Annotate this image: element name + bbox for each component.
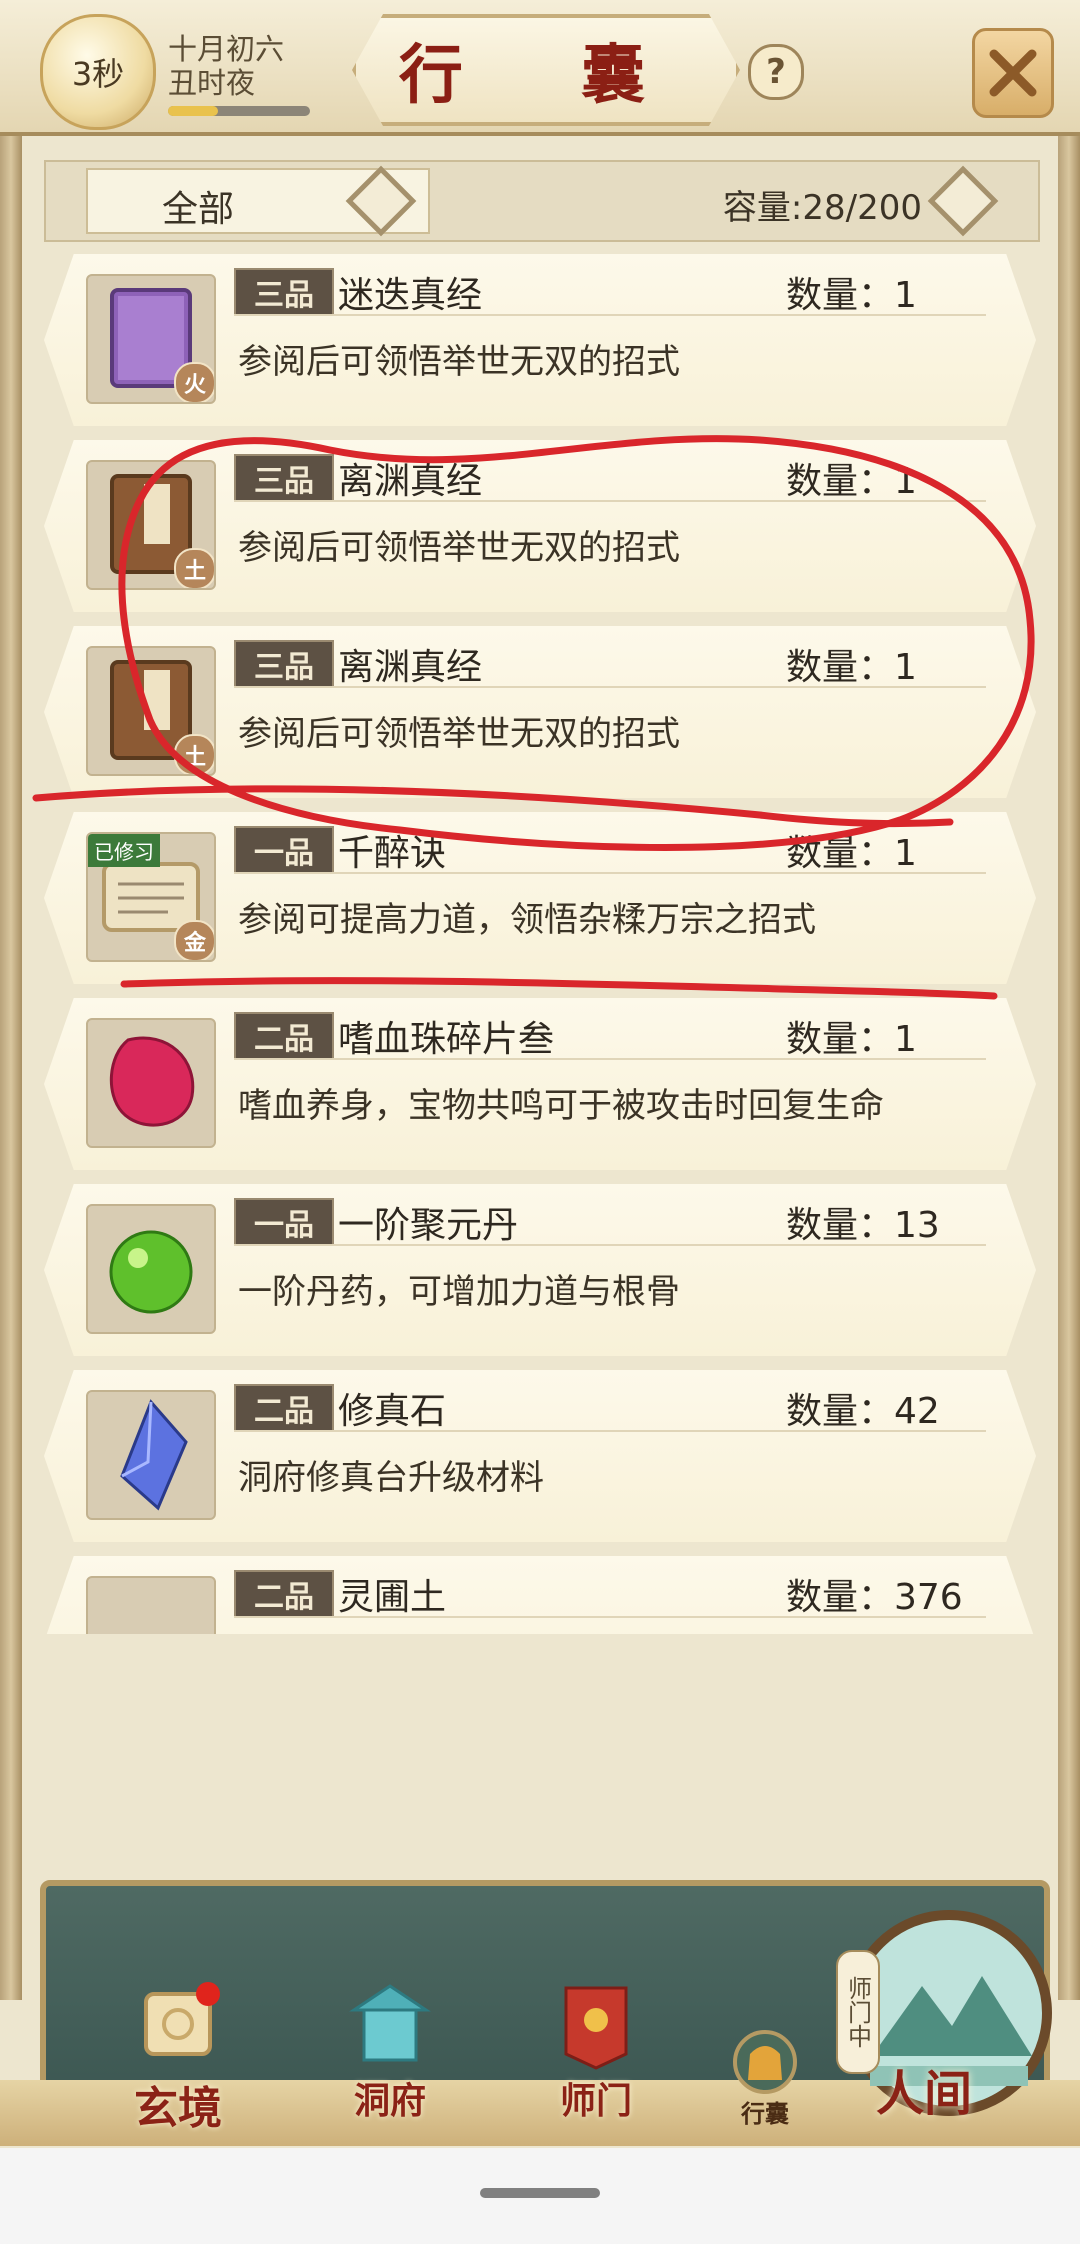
- item-name: 千醉诀: [338, 833, 447, 874]
- filter-bar: 全部 容量:28/200: [44, 160, 1040, 242]
- nav-xingnang-label: 行囊: [741, 2099, 789, 2128]
- nav-xuanjing[interactable]: 玄境: [132, 1980, 224, 2136]
- item-name: 离渊真经: [338, 461, 483, 502]
- green-pill-icon: [109, 1230, 193, 1314]
- time-progress-fill: [168, 106, 218, 116]
- capacity-expand-icon[interactable]: [927, 165, 999, 237]
- nav-xingnang[interactable]: 行囊: [722, 2024, 808, 2129]
- item-thumbnail[interactable]: 已修习金: [86, 832, 216, 962]
- nav-shimen-label: 师门: [559, 2080, 632, 2122]
- item-quantity: 数量：1: [786, 833, 917, 874]
- item-thumbnail[interactable]: 土: [86, 646, 216, 776]
- blue-crystal-icon: [120, 1399, 188, 1511]
- timer-badge[interactable]: 3秒: [40, 14, 156, 130]
- studied-tag: 已修习: [88, 834, 160, 867]
- category-dropdown[interactable]: 全部: [86, 165, 430, 237]
- inventory-item[interactable]: 二品 灵圃土 数量：376: [44, 1556, 1036, 1634]
- red-gem-shard-icon: [109, 1036, 195, 1127]
- item-thumbnail[interactable]: [86, 1018, 216, 1148]
- item-thumbnail[interactable]: [86, 1576, 216, 1634]
- element-badge: 土: [174, 734, 214, 774]
- header-bar: 3秒 十月初六 丑时夜 行 囊 ?: [0, 0, 1080, 136]
- inventory-item[interactable]: 已修习金一品 千醉诀 数量：1 参阅可提高力道，领悟杂糅万宗之招式: [44, 812, 1036, 984]
- item-description: 参阅后可领悟举世无双的招式: [238, 528, 680, 568]
- item-thumbnail[interactable]: [86, 1390, 216, 1520]
- category-dropdown-value: 全部: [162, 189, 235, 230]
- item-quantity: 数量：1: [786, 461, 917, 502]
- item-description: 嗜血养身，宝物共鸣可于被攻击时回复生命: [238, 1086, 884, 1126]
- item-grade: 三品: [234, 454, 334, 502]
- pavilion-nav-icon: [349, 1984, 431, 2062]
- nav-dongfu[interactable]: 洞府: [344, 1980, 436, 2124]
- element-badge: 土: [174, 548, 214, 588]
- item-thumbnail[interactable]: 火: [86, 274, 216, 404]
- inventory-item[interactable]: 二品 修真石 数量：42 洞府修真台升级材料: [44, 1370, 1036, 1542]
- frame-left-border: [0, 120, 22, 2000]
- item-grade: 一品: [234, 826, 334, 874]
- help-button[interactable]: ?: [748, 44, 804, 100]
- green-soil-icon: [88, 1578, 214, 1634]
- shimen-status-tag: 师门中: [836, 1950, 880, 2074]
- item-description: 洞府修真台升级材料: [238, 1458, 544, 1498]
- item-quantity: 数量：376: [786, 1577, 963, 1618]
- nav-shimen[interactable]: 师门: [550, 1980, 642, 2124]
- home-gesture-pill[interactable]: [480, 2188, 600, 2198]
- scroll-nav-icon: [144, 1982, 220, 2056]
- inventory-list[interactable]: 火三品 迷迭真经 数量：1 参阅后可领悟举世无双的招式土三品 离渊真经 数量：1 参阅后可领…: [44, 254, 1036, 1634]
- page-title: 行 囊: [352, 14, 740, 126]
- item-quantity: 数量：13: [786, 1205, 940, 1246]
- item-quantity: 数量：1: [786, 647, 917, 688]
- item-grade: 二品: [234, 1384, 334, 1432]
- inventory-item[interactable]: 土 三品 离渊真经 数量：1 参阅后可领悟举世无双的招式: [44, 440, 1036, 612]
- item-quantity: 数量：42: [786, 1391, 940, 1432]
- item-description: 一阶丹药，可增加力道与根骨: [238, 1272, 680, 1312]
- item-grade: 二品: [234, 1012, 334, 1060]
- item-name: 一阶聚元丹: [338, 1205, 519, 1246]
- item-name: 灵圃土: [338, 1577, 447, 1618]
- capacity-label: 容量:28/200: [722, 188, 922, 228]
- inventory-item[interactable]: 二品 嗜血珠碎片叁 数量：1 嗜血养身，宝物共鸣可于被攻击时回复生命: [44, 998, 1036, 1170]
- inventory-item[interactable]: 土 三品 离渊真经 数量：1 参阅后可领悟举世无双的招式: [44, 626, 1036, 798]
- close-x-icon: [989, 49, 1037, 97]
- item-thumbnail[interactable]: 土: [86, 460, 216, 590]
- item-description: 参阅可提高力道，领悟杂糅万宗之招式: [238, 900, 816, 940]
- nav-renjian-label: 人间: [876, 2066, 973, 2122]
- dropdown-diamond-icon: [345, 165, 417, 237]
- frame-right-border: [1058, 120, 1080, 2000]
- item-name: 修真石: [338, 1391, 447, 1432]
- item-thumbnail[interactable]: [86, 1204, 216, 1334]
- item-quantity: 数量：1: [786, 1019, 917, 1060]
- item-grade: 三品: [234, 268, 334, 316]
- date-line-2: 丑时夜: [168, 66, 256, 100]
- inventory-item[interactable]: 一品 一阶聚元丹 数量：13 一阶丹药，可增加力道与根骨: [44, 1184, 1036, 1356]
- inventory-item[interactable]: 火 三品 迷迭真经 数量：1 参阅后可领悟举世无双的招式: [44, 254, 1036, 426]
- nav-dongfu-label: 洞府: [353, 2080, 426, 2122]
- item-description: 参阅后可领悟举世无双的招式: [238, 714, 680, 754]
- close-button[interactable]: [972, 28, 1054, 118]
- item-name: 嗜血珠碎片叁: [338, 1019, 555, 1060]
- app-screen: 3秒 十月初六 丑时夜 行 囊 ? 全部 容量:28/200 火三品 迷迭真经 数量…: [0, 0, 1080, 2148]
- element-badge: 金: [174, 920, 214, 960]
- help-icon: ?: [766, 52, 786, 92]
- timer-text: 3秒: [71, 55, 125, 93]
- item-grade: 一品: [234, 1198, 334, 1246]
- item-quantity: 数量：1: [786, 275, 917, 316]
- time-progress-bar: [168, 106, 310, 116]
- banner-nav-icon: [564, 1986, 628, 2070]
- nav-xuanjing-label: 玄境: [134, 2083, 222, 2134]
- item-name: 迷迭真经: [338, 275, 483, 316]
- item-description: 参阅后可领悟举世无双的招式: [238, 342, 680, 382]
- item-grade: 三品: [234, 640, 334, 688]
- element-badge: 火: [174, 362, 214, 402]
- pouch-nav-icon: [733, 2030, 797, 2094]
- shimen-status-text: 师门中: [843, 1976, 872, 2048]
- item-grade: 二品: [234, 1570, 334, 1618]
- system-nav-bar: [0, 2148, 1080, 2244]
- item-name: 离渊真经: [338, 647, 483, 688]
